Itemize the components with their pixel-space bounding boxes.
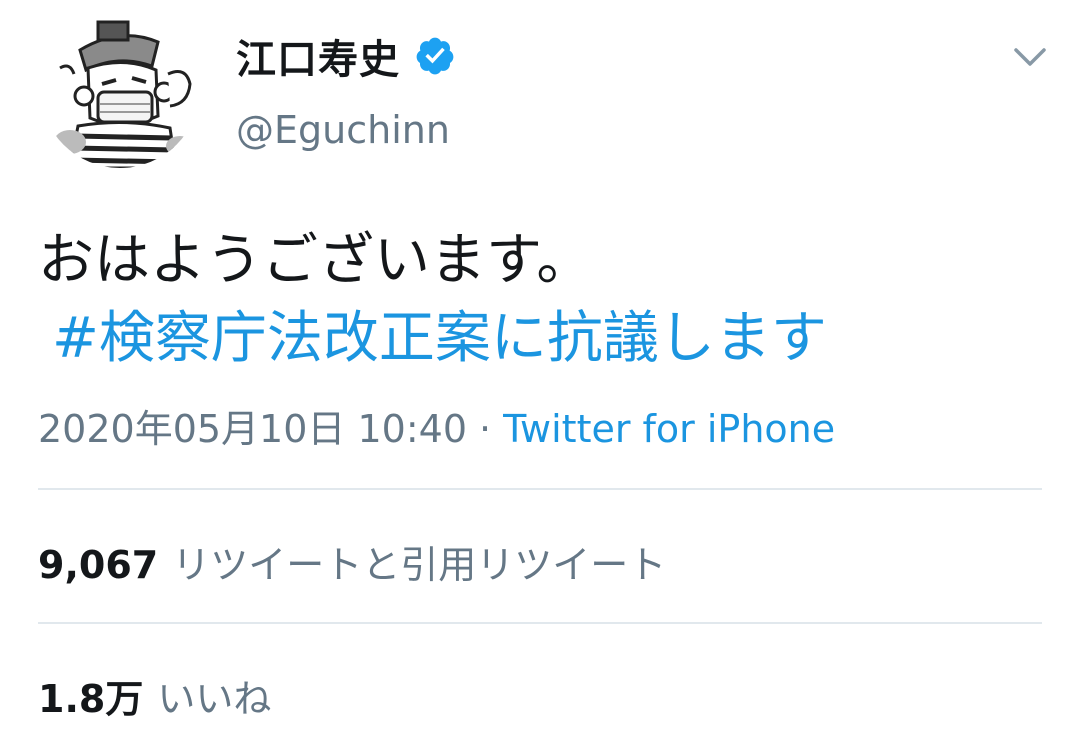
tweet-body: おはようございます。 #検察庁法改正案に抗議します [38,222,827,378]
tweet-source-link[interactable]: Twitter for iPhone [503,407,835,451]
chevron-down-icon[interactable] [1010,40,1050,72]
retweet-label: リツイートと引用リツイート [172,543,667,587]
author-name-row[interactable]: 江口寿史 [236,27,456,85]
divider [38,488,1042,490]
divider [38,622,1042,624]
like-count: 1.8万 [38,677,144,721]
author-display-name[interactable]: 江口寿史 [236,27,400,85]
author-handle[interactable]: @Eguchinn [236,108,450,152]
like-label: いいね [157,677,272,721]
tweet-text: おはようございます。 [38,228,593,293]
likes-stat[interactable]: 1.8万 いいね [38,668,271,723]
avatar-illustration [40,8,200,168]
tweet-timestamp[interactable]: 2020年05月10日 10:40 [38,407,467,451]
retweets-stat[interactable]: 9,067 リツイートと引用リツイート [38,534,666,589]
author-avatar[interactable] [40,8,200,168]
verified-badge-icon [416,37,454,75]
meta-separator: · [479,407,492,451]
retweet-count: 9,067 [38,543,159,587]
hashtag-link[interactable]: #検察庁法改正案に抗議します [38,300,827,378]
tweet-meta: 2020年05月10日 10:40 · Twitter for iPhone [38,398,835,453]
